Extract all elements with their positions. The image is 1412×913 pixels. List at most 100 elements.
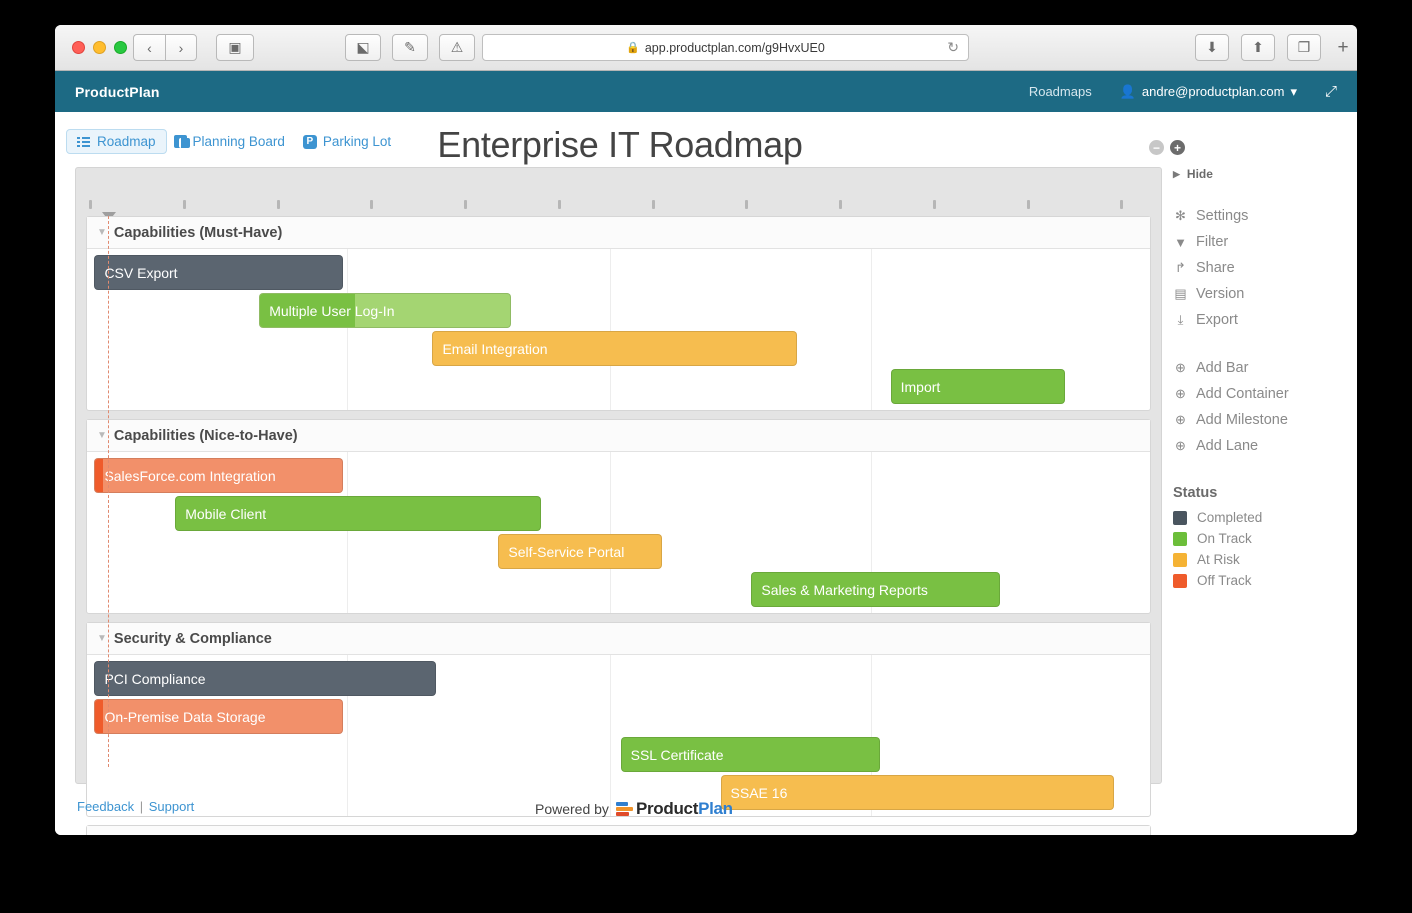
- roadmap-bar[interactable]: Sales & Marketing Reports: [751, 572, 1000, 607]
- minimize-window-button[interactable]: [93, 41, 106, 54]
- lane-header[interactable]: ▼ Security & Compliance: [87, 623, 1150, 655]
- menu-item-add-container[interactable]: ⊕Add Container: [1173, 381, 1343, 407]
- tabs-icon: ⬕: [356, 39, 369, 56]
- timeline-tick: [277, 200, 280, 209]
- tab-overview-button[interactable]: ⬕: [345, 34, 381, 61]
- logo-plan-text: Plan: [698, 799, 733, 818]
- sidebar-toggle-button[interactable]: ▣: [216, 34, 254, 61]
- chevron-down-icon[interactable]: ▼: [97, 430, 107, 441]
- bar-label: Multiple User Log-In: [260, 303, 394, 319]
- roadmap-bar[interactable]: CSV Export: [94, 255, 343, 290]
- fullscreen-icon[interactable]: ⤢: [1325, 83, 1337, 100]
- share-icon: ↱: [1173, 260, 1188, 276]
- plus-circle-icon: ⊕: [1173, 412, 1188, 428]
- lane-row: Sales & Marketing Reports: [87, 572, 1150, 607]
- feedback-link[interactable]: Feedback: [77, 799, 134, 814]
- page-footer: Feedback | Support Powered by ProductPla…: [55, 787, 1357, 835]
- lane-row: Import: [87, 369, 1150, 404]
- menu-item-label: Export: [1196, 312, 1238, 328]
- hide-label: Hide: [1187, 167, 1213, 181]
- lock-icon: 🔒: [626, 41, 640, 54]
- roadmap-bar[interactable]: Import: [891, 369, 1065, 404]
- lane-row: Multiple User Log-In: [87, 293, 1150, 328]
- menu-item-add-bar[interactable]: ⊕Add Bar: [1173, 355, 1343, 381]
- plus-circle-icon: ⊕: [1173, 360, 1188, 376]
- status-heading: Status: [1173, 485, 1343, 501]
- back-icon: ‹: [147, 40, 152, 56]
- menu-item-export[interactable]: ⤓Export: [1173, 307, 1343, 333]
- maximize-window-button[interactable]: [114, 41, 127, 54]
- timeline-tick: [183, 200, 186, 209]
- reader-icon: ✎: [404, 39, 416, 56]
- lane-header[interactable]: ▼Capabilities (Must-Have): [87, 217, 1150, 249]
- menu-item-share[interactable]: ↱Share: [1173, 255, 1343, 281]
- roadmap-bar[interactable]: SalesForce.com Integration: [94, 458, 343, 493]
- nav-user-menu[interactable]: 👤 andre@productplan.com ▾: [1120, 84, 1297, 100]
- zoom-in-button[interactable]: +: [1170, 140, 1185, 155]
- timeline-tick: [1120, 200, 1123, 209]
- warning-button[interactable]: ⚠: [439, 34, 475, 61]
- zoom-controls[interactable]: − +: [1149, 140, 1185, 155]
- menu-divider: [1173, 333, 1343, 355]
- gear-icon: ✻: [1173, 208, 1188, 224]
- address-bar[interactable]: 🔒 app.productplan.com/g9HvxUE0 ↻: [482, 34, 969, 61]
- bar-label: Import: [892, 379, 941, 395]
- lane-header[interactable]: ▼ Capabilities (Nice-to-Have): [87, 420, 1150, 452]
- lane-row: PCI Compliance: [87, 661, 1150, 696]
- lane-row: SSL Certificate: [87, 737, 1150, 772]
- timeline-header[interactable]: [76, 168, 1161, 216]
- lane-title: Security & Compliance: [114, 631, 272, 647]
- support-link[interactable]: Support: [149, 799, 195, 814]
- new-tab-button[interactable]: +: [1329, 34, 1357, 61]
- tabview-icon: ❐: [1298, 39, 1311, 56]
- footer-links[interactable]: Feedback | Support: [77, 799, 194, 814]
- legend-label: Completed: [1197, 510, 1262, 525]
- menu-item-settings[interactable]: ✻Settings: [1173, 203, 1343, 229]
- archive-icon: ▤: [1173, 286, 1188, 302]
- close-window-button[interactable]: [72, 41, 85, 54]
- share-button[interactable]: ⬆: [1241, 34, 1275, 61]
- panel-menu-primary[interactable]: ✻Settings▼Filter↱Share▤Version⤓Export: [1173, 203, 1343, 333]
- panel-menu-add[interactable]: ⊕Add Bar⊕Add Container⊕Add Milestone⊕Add…: [1173, 355, 1343, 459]
- window-controls[interactable]: [72, 41, 127, 54]
- hide-panel-button[interactable]: ▶ Hide: [1173, 167, 1343, 181]
- timeline-tick: [558, 200, 561, 209]
- lane-title: Capabilities (Nice-to-Have): [114, 428, 298, 444]
- legend-label: At Risk: [1197, 552, 1240, 567]
- roadmap-bar[interactable]: Mobile Client: [175, 496, 541, 531]
- bar-label: SalesForce.com Integration: [95, 468, 275, 484]
- lane-row: Email Integration: [87, 331, 1150, 366]
- app-brand[interactable]: ProductPlan: [75, 84, 160, 100]
- back-button[interactable]: ‹: [133, 34, 165, 61]
- roadmap-bar[interactable]: On-Premise Data Storage: [94, 699, 343, 734]
- menu-item-version[interactable]: ▤Version: [1173, 281, 1343, 307]
- legend-row: Off Track: [1173, 570, 1343, 591]
- forward-button[interactable]: ›: [165, 34, 197, 61]
- menu-item-filter[interactable]: ▼Filter: [1173, 229, 1343, 255]
- bar-label: Sales & Marketing Reports: [752, 582, 928, 598]
- nav-roadmaps-link[interactable]: Roadmaps: [1029, 84, 1092, 99]
- menu-item-label: Filter: [1196, 234, 1228, 250]
- legend-label: Off Track: [1197, 573, 1252, 588]
- zoom-out-button[interactable]: −: [1149, 140, 1164, 155]
- chevron-down-icon[interactable]: ▼: [97, 633, 107, 644]
- bar-label: Mobile Client: [176, 506, 266, 522]
- roadmap-bar[interactable]: Self-Service Portal: [498, 534, 662, 569]
- chevron-down-icon[interactable]: ▼: [97, 227, 107, 238]
- roadmap-bar[interactable]: Multiple User Log-In: [259, 293, 511, 328]
- roadmap-bar[interactable]: SSL Certificate: [621, 737, 880, 772]
- timeline-tick: [933, 200, 936, 209]
- productplan-wordmark: ProductPlan: [636, 799, 733, 819]
- reader-button[interactable]: ✎: [392, 34, 428, 61]
- menu-item-add-lane[interactable]: ⊕Add Lane: [1173, 433, 1343, 459]
- download-icon: ⬇: [1206, 39, 1218, 56]
- roadmap-bar[interactable]: PCI Compliance: [94, 661, 435, 696]
- downloads-button[interactable]: ⬇: [1195, 34, 1229, 61]
- user-icon: 👤: [1120, 84, 1136, 100]
- reload-icon[interactable]: ↻: [947, 39, 959, 56]
- bar-label: SSAE 16: [722, 785, 788, 801]
- menu-item-add-milestone[interactable]: ⊕Add Milestone: [1173, 407, 1343, 433]
- user-email: andre@productplan.com: [1142, 84, 1285, 99]
- show-tabs-button[interactable]: ❐: [1287, 34, 1321, 61]
- roadmap-bar[interactable]: Email Integration: [432, 331, 797, 366]
